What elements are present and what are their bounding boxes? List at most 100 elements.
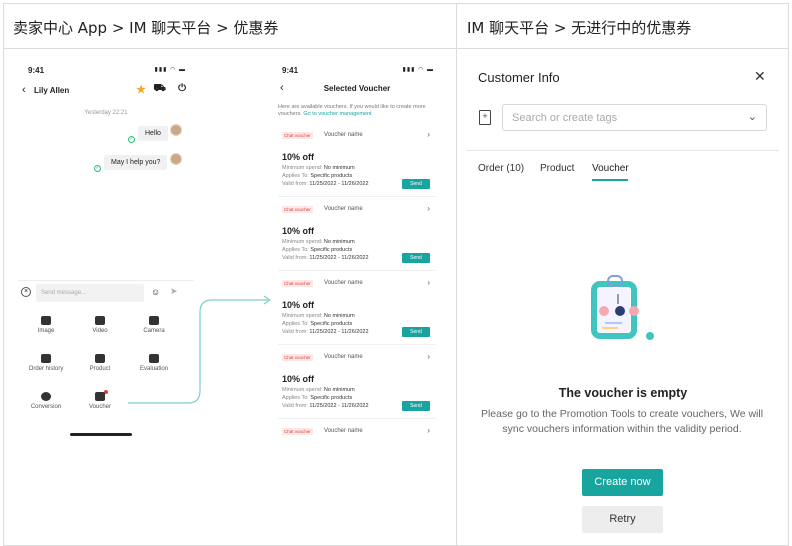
divider (466, 150, 779, 151)
send-button[interactable]: Send (402, 253, 430, 263)
avatar (170, 153, 182, 165)
voucher-tag: Chat voucher (282, 354, 313, 361)
voucher-card[interactable]: Chat voucher Voucher name › (278, 426, 436, 440)
message-input[interactable]: Send message... (36, 284, 144, 302)
send-button[interactable]: Send (402, 179, 430, 189)
tool-label: Camera (143, 328, 165, 334)
tool-evaluation[interactable]: Evaluation (128, 354, 180, 372)
voucher-card[interactable]: Chat voucher Voucher name › 10% off Mini… (278, 130, 436, 192)
close-icon[interactable]: ✕ (754, 68, 766, 85)
chat-timestamp: Yesterday 22:21 (84, 110, 128, 116)
power-icon[interactable]: ⏻ (178, 83, 186, 94)
voucher-name: Voucher name (324, 206, 363, 212)
tool-label: Order history (28, 366, 64, 372)
evaluation-icon (149, 354, 159, 363)
voucher-name: Voucher name (324, 132, 363, 138)
tool-label: Conversion (30, 404, 62, 410)
tool-conversion[interactable]: Conversion (20, 392, 72, 410)
home-indicator (70, 433, 132, 436)
empty-state-description: Please go to the Promotion Tools to crea… (480, 408, 764, 435)
message-input-row: × Send message... ☺ ➤ (18, 280, 194, 304)
voucher-icon (95, 392, 105, 401)
avatar (170, 124, 182, 136)
chat-header: ‹ Lily Allen ★ ⛟ ⏻ (22, 83, 190, 100)
sent-check-icon: ✓ (128, 136, 135, 143)
chevron-right-icon[interactable]: › (427, 278, 430, 287)
voucher-description: Here are available vouchers. If you woul… (278, 104, 438, 118)
voucher-card[interactable]: Chat voucher Voucher name › 10% off Mini… (278, 352, 436, 414)
back-icon[interactable]: ‹ (22, 84, 26, 96)
tab-voucher[interactable]: Voucher (592, 163, 629, 174)
tab-order[interactable]: Order (10) (478, 163, 524, 174)
status-time: 9:41 (282, 66, 299, 75)
retry-button[interactable]: Retry (582, 506, 663, 533)
divider (278, 196, 436, 197)
chat-bubble: Hello (138, 126, 168, 141)
camera-icon (149, 316, 159, 325)
star-icon[interactable]: ★ (136, 83, 146, 96)
voucher-discount: 10% off (282, 152, 315, 162)
right-section-title: IM 聊天平台 > 无进行中的优惠券 (467, 19, 692, 37)
product-icon (95, 354, 105, 363)
contact-name: Lily Allen (34, 86, 70, 95)
voucher-min-spend: Minimum spend: No minimum (282, 313, 355, 319)
send-button[interactable]: Send (402, 401, 430, 411)
voucher-validity: Valid from: 11/25/2022 - 11/26/2022 (282, 181, 369, 187)
voucher-phone: 9:41 ▮▮▮ ◠ ▬ ‹ Selected Voucher Here are… (272, 60, 442, 445)
chat-bubble: May I help you? (104, 155, 168, 170)
tab-product[interactable]: Product (540, 163, 574, 174)
voucher-applies: Applies To: Specific products (282, 247, 353, 253)
order-history-icon (41, 354, 51, 363)
voucher-validity: Valid from: 11/25/2022 - 11/26/2022 (282, 403, 369, 409)
chat-phone: 9:41 ▮▮▮ ◠ ▬ ‹ Lily Allen ★ ⛟ ⏻ Yesterda… (18, 60, 194, 445)
tool-video[interactable]: Video (74, 316, 126, 334)
voucher-min-spend: Minimum spend: No minimum (282, 239, 355, 245)
chevron-right-icon[interactable]: › (427, 352, 430, 361)
chevron-right-icon[interactable]: › (427, 426, 430, 435)
divider (278, 344, 436, 345)
divider (278, 270, 436, 271)
vertical-divider (456, 3, 457, 546)
tool-label: Product (89, 366, 111, 372)
tag-search-input[interactable]: Search or create tags ⌄ (502, 104, 767, 131)
voucher-tag: Chat voucher (282, 280, 313, 287)
tool-image[interactable]: Image (20, 316, 72, 334)
tool-product[interactable]: Product (74, 354, 126, 372)
voucher-min-spend: Minimum spend: No minimum (282, 165, 355, 171)
voucher-tag: Chat voucher (282, 132, 313, 139)
voucher-name: Voucher name (324, 428, 363, 434)
voucher-name: Voucher name (324, 280, 363, 286)
header-divider (3, 48, 789, 49)
voucher-tag: Chat voucher (282, 206, 313, 213)
tool-label: Voucher (88, 404, 112, 410)
voucher-card[interactable]: Chat voucher Voucher name › 10% off Mini… (278, 204, 436, 266)
voucher-validity: Valid from: 11/25/2022 - 11/26/2022 (282, 329, 369, 335)
close-icon[interactable]: × (21, 287, 31, 297)
left-section-title: 卖家中心 App > IM 聊天平台 > 优惠券 (13, 19, 279, 37)
chevron-down-icon[interactable]: ⌄ (748, 110, 757, 123)
chevron-right-icon[interactable]: › (427, 204, 430, 213)
video-icon (95, 316, 105, 325)
tool-camera[interactable]: Camera (128, 316, 180, 334)
send-button[interactable]: Send (402, 327, 430, 337)
send-icon[interactable]: ➤ (170, 286, 178, 297)
voucher-management-link[interactable]: Go to voucher management (303, 111, 371, 117)
voucher-discount: 10% off (282, 226, 315, 236)
emoji-icon[interactable]: ☺ (151, 287, 160, 297)
voucher-card[interactable]: Chat voucher Voucher name › 10% off Mini… (278, 278, 436, 340)
status-time: 9:41 (28, 66, 45, 75)
voucher-min-spend: Minimum spend: No minimum (282, 387, 355, 393)
empty-state-title: The voucher is empty (558, 386, 688, 400)
voucher-applies: Applies To: Specific products (282, 395, 353, 401)
tool-voucher[interactable]: Voucher (74, 390, 126, 410)
chevron-right-icon[interactable]: › (427, 130, 430, 139)
voucher-applies: Applies To: Specific products (282, 321, 353, 327)
shop-icon[interactable]: ⛟ (153, 83, 166, 96)
tool-order-history[interactable]: Order history (20, 354, 72, 372)
panel-title: Customer Info (478, 70, 560, 85)
divider (278, 418, 436, 419)
voucher-tag: Chat voucher (282, 428, 313, 435)
status-icons: ▮▮▮ ◠ ▬ (402, 67, 434, 73)
active-tab-indicator (592, 179, 628, 181)
create-now-button[interactable]: Create now (582, 469, 663, 496)
